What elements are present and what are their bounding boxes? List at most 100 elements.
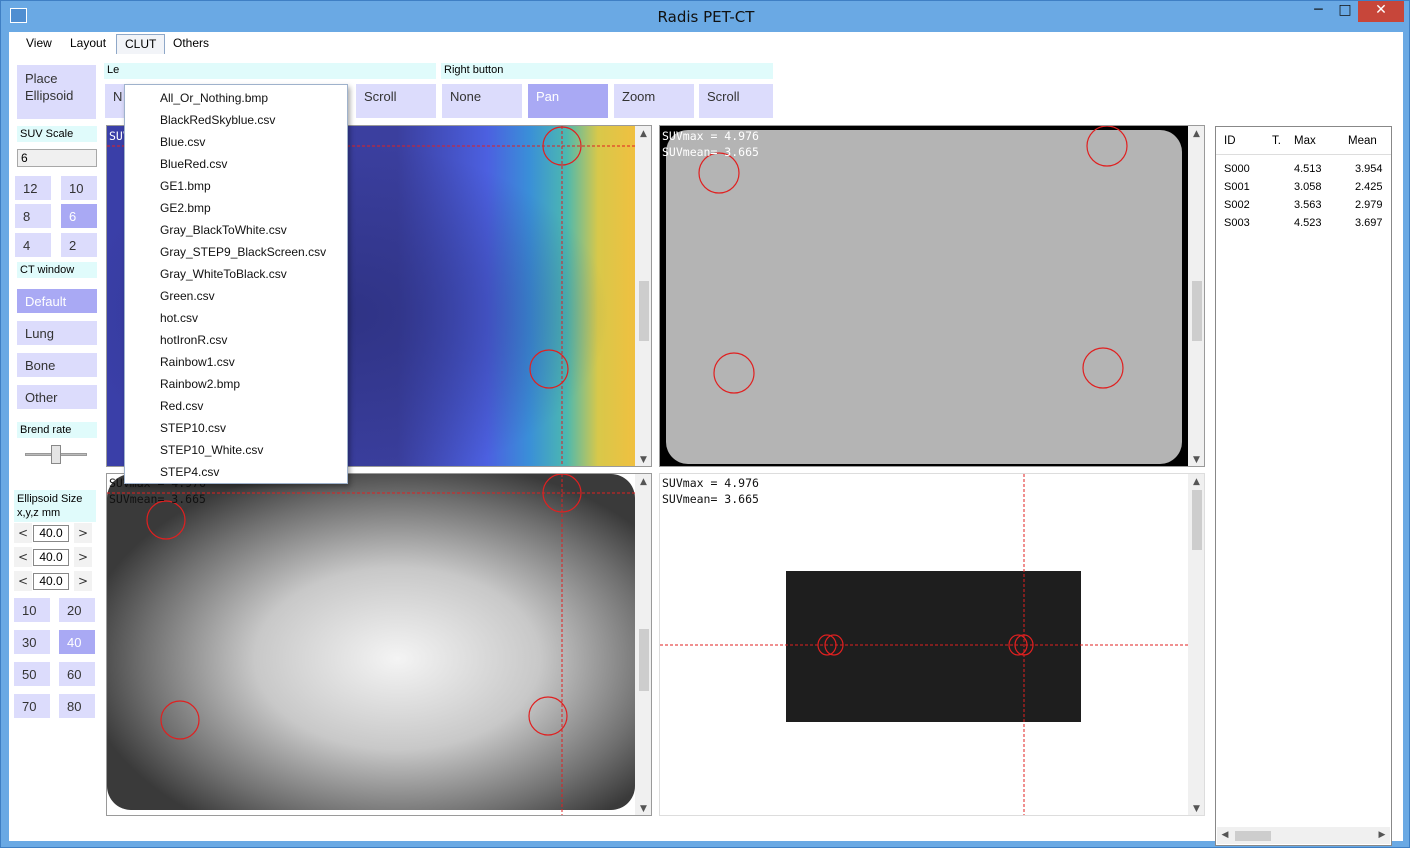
- table-cell[interactable]: 3.563: [1294, 199, 1322, 211]
- ellipsoid-size-label: Ellipsoid Size x,y,z mm: [14, 490, 96, 522]
- size-60-button[interactable]: 60: [59, 662, 95, 686]
- clut-dropdown: All_Or_Nothing.bmp BlackRedSkyblue.csv B…: [124, 84, 348, 484]
- col-t[interactable]: T.: [1272, 135, 1281, 147]
- size-50-button[interactable]: 50: [14, 662, 50, 686]
- suv-readout-4: SUVmax = 4.976 SUVmean= 3.665: [662, 476, 759, 506]
- pet-coronal-scrollbar[interactable]: ▲ ▼: [635, 474, 651, 815]
- ellipsoid-y-input[interactable]: 40.0: [33, 549, 69, 566]
- clut-item[interactable]: BlueRed.csv: [160, 157, 227, 171]
- clut-item[interactable]: hot.csv: [160, 311, 198, 325]
- close-button[interactable]: ✕: [1358, 1, 1404, 22]
- table-cell[interactable]: S002: [1224, 199, 1250, 211]
- clut-item[interactable]: GE2.bmp: [160, 201, 211, 215]
- clut-item[interactable]: Gray_STEP9_BlackScreen.csv: [160, 245, 326, 259]
- table-cell[interactable]: 3.697: [1355, 217, 1383, 229]
- clut-item[interactable]: STEP10_White.csv: [160, 443, 263, 457]
- size-70-button[interactable]: 70: [14, 694, 50, 718]
- clut-item[interactable]: Gray_BlackToWhite.csv: [160, 223, 287, 237]
- right-button-none[interactable]: None: [442, 84, 522, 118]
- menu-layout[interactable]: Layout: [62, 34, 114, 54]
- table-cell[interactable]: 4.513: [1294, 163, 1322, 175]
- z-decrease-button[interactable]: <: [14, 571, 32, 591]
- menu-view[interactable]: View: [18, 34, 60, 54]
- fusion-viewer[interactable]: SUVmax = 4.976 SUVmean= 3.665 ▲ ▼: [659, 473, 1205, 816]
- suv-8-button[interactable]: 8: [15, 204, 51, 228]
- clut-item[interactable]: hotIronR.csv: [160, 333, 227, 347]
- clut-item[interactable]: BlackRedSkyblue.csv: [160, 113, 275, 127]
- clut-item[interactable]: Rainbow2.bmp: [160, 377, 240, 391]
- ellipsoid-z-input[interactable]: 40.0: [33, 573, 69, 590]
- clut-item[interactable]: GE1.bmp: [160, 179, 211, 193]
- y-increase-button[interactable]: >: [74, 547, 92, 567]
- pet-gray-image: [107, 474, 635, 815]
- col-mean[interactable]: Mean: [1348, 135, 1377, 147]
- table-cell[interactable]: 3.058: [1294, 181, 1322, 193]
- right-button-zoom[interactable]: Zoom: [614, 84, 694, 118]
- clut-item[interactable]: All_Or_Nothing.bmp: [160, 91, 268, 105]
- clut-item[interactable]: Gray_WhiteToBlack.csv: [160, 267, 287, 281]
- right-button-scroll[interactable]: Scroll: [699, 84, 773, 118]
- pet-viewer-scrollbar[interactable]: ▲ ▼: [635, 126, 651, 466]
- suv-scale-label: SUV Scale: [17, 126, 97, 142]
- right-button-pan[interactable]: Pan: [528, 84, 608, 118]
- client-area: View Layout CLUT Others Place Ellipsoid …: [9, 32, 1403, 846]
- table-cell[interactable]: S000: [1224, 163, 1250, 175]
- size-40-button[interactable]: 40: [59, 630, 95, 654]
- ct-viewer-axial[interactable]: SUVmax = 4.976 SUVmean= 3.665 ▲ ▼: [659, 125, 1205, 467]
- left-button-label: Le: [104, 63, 436, 79]
- maximize-button[interactable]: □: [1332, 1, 1358, 22]
- table-cell[interactable]: 2.425: [1355, 181, 1383, 193]
- suv-scale-input[interactable]: 6: [17, 149, 97, 167]
- ct-bone-button[interactable]: Bone: [17, 353, 97, 377]
- blend-rate-thumb[interactable]: [51, 445, 61, 464]
- ellipsoid-x-input[interactable]: 40.0: [33, 525, 69, 542]
- left-button-scroll[interactable]: Scroll: [356, 84, 436, 118]
- suv-readout-2: SUVmax = 4.976 SUVmean= 3.665: [662, 129, 759, 159]
- ct-default-button[interactable]: Default: [17, 289, 97, 313]
- menu-clut[interactable]: CLUT: [116, 34, 166, 54]
- ct-other-button[interactable]: Other: [17, 385, 97, 409]
- suv-6-button[interactable]: 6: [61, 204, 97, 228]
- size-10-button[interactable]: 10: [14, 598, 50, 622]
- menu-others[interactable]: Others: [165, 34, 217, 54]
- table-cell[interactable]: S001: [1224, 181, 1250, 193]
- roi-table[interactable]: ID T. Max Mean S000 4.513 3.954 S001 3.0…: [1215, 126, 1392, 846]
- col-max[interactable]: Max: [1294, 135, 1316, 147]
- table-cell[interactable]: S003: [1224, 217, 1250, 229]
- table-cell[interactable]: 3.954: [1355, 163, 1383, 175]
- right-button-label: Right button: [441, 63, 773, 79]
- ct-gray-image: [660, 126, 1188, 466]
- minimize-button[interactable]: ─: [1305, 1, 1332, 22]
- size-30-button[interactable]: 30: [14, 630, 50, 654]
- table-cell[interactable]: 2.979: [1355, 199, 1383, 211]
- table-cell[interactable]: 4.523: [1294, 217, 1322, 229]
- col-id[interactable]: ID: [1224, 135, 1236, 147]
- clut-item[interactable]: Blue.csv: [160, 135, 205, 149]
- suv-10-button[interactable]: 10: [61, 176, 97, 200]
- y-decrease-button[interactable]: <: [14, 547, 32, 567]
- size-20-button[interactable]: 20: [59, 598, 95, 622]
- clut-item[interactable]: STEP4.csv: [160, 465, 219, 479]
- place-ellipsoid-button[interactable]: Place Ellipsoid: [17, 65, 96, 119]
- x-decrease-button[interactable]: <: [14, 523, 32, 543]
- suv-2-button[interactable]: 2: [61, 233, 97, 257]
- clut-item[interactable]: Rainbow1.csv: [160, 355, 235, 369]
- menu-bar: View Layout CLUT Others: [9, 32, 1403, 54]
- z-increase-button[interactable]: >: [74, 571, 92, 591]
- app-window: Radis PET-CT ─ □ ✕ View Layout CLUT Othe…: [0, 0, 1410, 848]
- ct-lung-button[interactable]: Lung: [17, 321, 97, 345]
- left-button-none[interactable]: N: [105, 84, 125, 118]
- suv-12-button[interactable]: 12: [15, 176, 51, 200]
- suv-4-button[interactable]: 4: [15, 233, 51, 257]
- fusion-viewer-scrollbar[interactable]: ▲ ▼: [1188, 474, 1204, 815]
- size-80-button[interactable]: 80: [59, 694, 95, 718]
- clut-item[interactable]: Green.csv: [160, 289, 215, 303]
- clut-item[interactable]: STEP10.csv: [160, 421, 226, 435]
- clut-item[interactable]: Red.csv: [160, 399, 203, 413]
- blend-rate-label: Brend rate: [17, 422, 97, 438]
- title-bar[interactable]: Radis PET-CT ─ □ ✕: [1, 1, 1409, 32]
- x-increase-button[interactable]: >: [74, 523, 92, 543]
- pet-viewer-coronal[interactable]: SUVmax = 4.976SUVmean= 3.665 ▲▼: [106, 473, 652, 816]
- ct-viewer-scrollbar[interactable]: ▲ ▼: [1188, 126, 1204, 466]
- table-hscrollbar[interactable]: ◀ ▶: [1217, 827, 1390, 844]
